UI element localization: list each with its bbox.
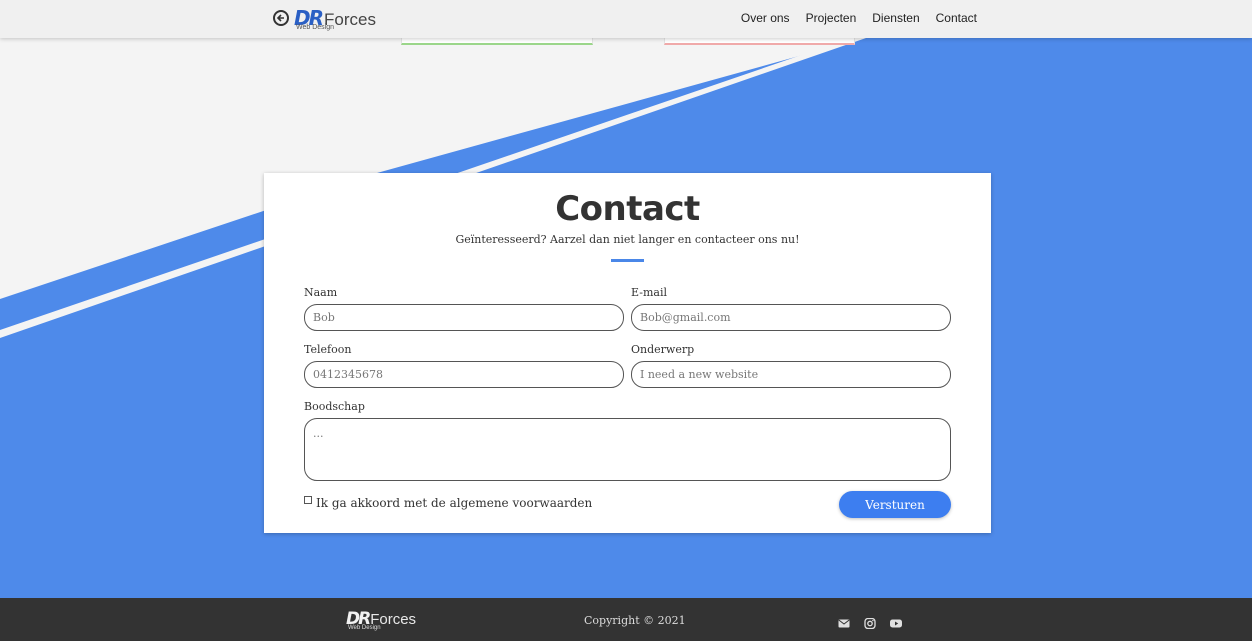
- onderwerp-label: Onderwerp: [631, 343, 695, 356]
- terms-label: Ik ga akkoord met de algemene voorwaarde…: [316, 496, 593, 510]
- email-input[interactable]: [631, 304, 951, 331]
- contact-title: Contact: [555, 189, 700, 229]
- submit-button[interactable]: Versturen: [839, 491, 951, 518]
- terms-checkbox[interactable]: [304, 496, 312, 504]
- title-divider: [611, 259, 644, 262]
- logo[interactable]: DR Forces Web Design: [294, 6, 376, 32]
- naam-input[interactable]: [304, 304, 624, 331]
- youtube-icon[interactable]: [890, 614, 902, 628]
- back-icon[interactable]: [273, 10, 289, 26]
- nav-link-projecten[interactable]: Projecten: [806, 11, 857, 25]
- naam-label: Naam: [304, 286, 338, 299]
- social-links: [838, 614, 902, 630]
- contact-card: Contact Geïnteresseerd? Aarzel dan niet …: [264, 173, 991, 533]
- instagram-icon[interactable]: [864, 614, 876, 630]
- envelope-icon[interactable]: [838, 614, 850, 628]
- navbar: DR Forces Web Design Over ons Projecten D…: [0, 0, 1252, 38]
- nav-link-contact[interactable]: Contact: [936, 11, 977, 25]
- onderwerp-input[interactable]: [631, 361, 951, 388]
- email-label: E-mail: [631, 286, 667, 299]
- contact-subtitle: Geïnteresseerd? Aarzel dan niet langer e…: [455, 233, 800, 246]
- nav-link-diensten[interactable]: Diensten: [872, 11, 919, 25]
- nav-link-over-ons[interactable]: Over ons: [741, 11, 790, 25]
- copyright: Copyright © 2021: [584, 614, 686, 627]
- terms-agreement: Ik ga akkoord met de algemene voorwaarde…: [304, 496, 592, 510]
- boodschap-label: Boodschap: [304, 400, 365, 413]
- telefoon-input[interactable]: [304, 361, 624, 388]
- footer: DRForces Web Design Copyright © 2021: [0, 598, 1252, 641]
- boodschap-textarea[interactable]: [304, 418, 951, 481]
- footer-logo-tagline: Web Design: [348, 625, 381, 631]
- telefoon-label: Telefoon: [304, 343, 352, 356]
- logo-tagline: Web Design: [296, 24, 335, 31]
- footer-logo[interactable]: DRForces Web Design: [346, 609, 416, 631]
- nav-links: Over ons Projecten Diensten Contact: [741, 11, 977, 25]
